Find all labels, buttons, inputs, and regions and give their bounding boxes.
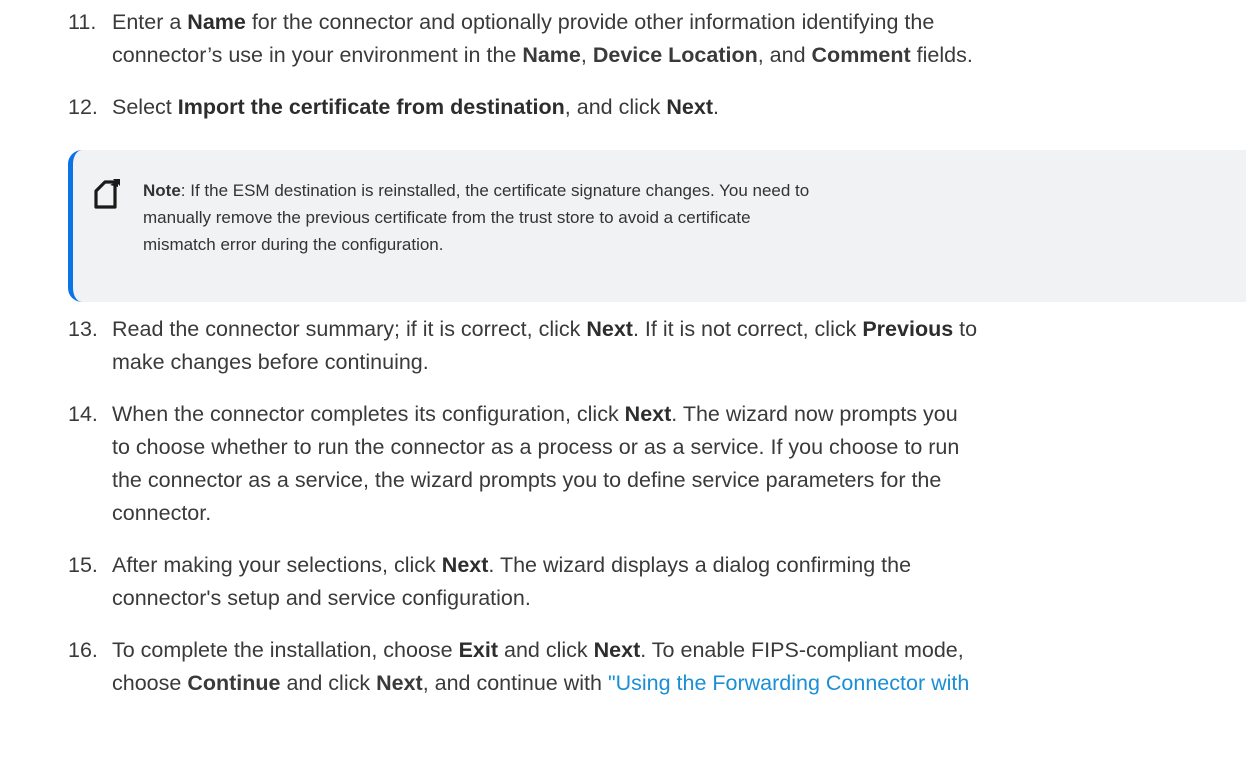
step-13: 13. Read the connector summary; if it is … xyxy=(68,313,1246,379)
step-15: 15. After making your selections, click N… xyxy=(68,549,1246,615)
step-number: 15. xyxy=(68,553,98,577)
step-number: 16. xyxy=(68,638,98,662)
step-text-continued: make changes before continuing. xyxy=(112,350,429,374)
step-text-continued: to choose whether to run the connector a… xyxy=(112,435,960,459)
step-number: 14. xyxy=(68,402,98,426)
step-text-continued: connector’s use in your environment in t… xyxy=(112,43,973,67)
step-12: 12. Select Import the certificate from de… xyxy=(68,91,1246,124)
step-text-continued: connector's setup and service configurat… xyxy=(112,586,531,610)
step-16: 16. To complete the installation, choose … xyxy=(68,634,1246,700)
step-text-continued: connector. xyxy=(112,501,212,525)
step-text: When the connector completes its configu… xyxy=(112,402,958,426)
step-text: Enter a Name for the connector and optio… xyxy=(112,10,935,34)
step-text-continued: choose Continue and click Next, and cont… xyxy=(112,671,970,695)
step-number: 11. xyxy=(68,10,97,34)
step-text: To complete the installation, choose Exi… xyxy=(112,638,964,662)
step-11: 11. Enter a Name for the connector and op… xyxy=(68,6,1246,72)
step-number: 13. xyxy=(68,317,98,341)
step-number: 12. xyxy=(68,95,98,119)
step-text: After making your selections, click Next… xyxy=(112,553,912,577)
document-page: 11. Enter a Name for the connector and op… xyxy=(0,0,1253,759)
step-text: Select Import the certificate from desti… xyxy=(112,95,719,119)
forwarding-connector-link[interactable]: "Using the Forwarding Connector with xyxy=(608,671,969,695)
note-text: Note: If the ESM destination is reinstal… xyxy=(143,181,810,254)
step-14: 14. When the connector completes its conf… xyxy=(68,398,1246,530)
note-icon xyxy=(93,178,123,210)
note-callout: Note: If the ESM destination is reinstal… xyxy=(68,150,1246,302)
step-text: Read the connector summary; if it is cor… xyxy=(112,317,978,341)
step-text-continued: the connector as a service, the wizard p… xyxy=(112,468,942,492)
